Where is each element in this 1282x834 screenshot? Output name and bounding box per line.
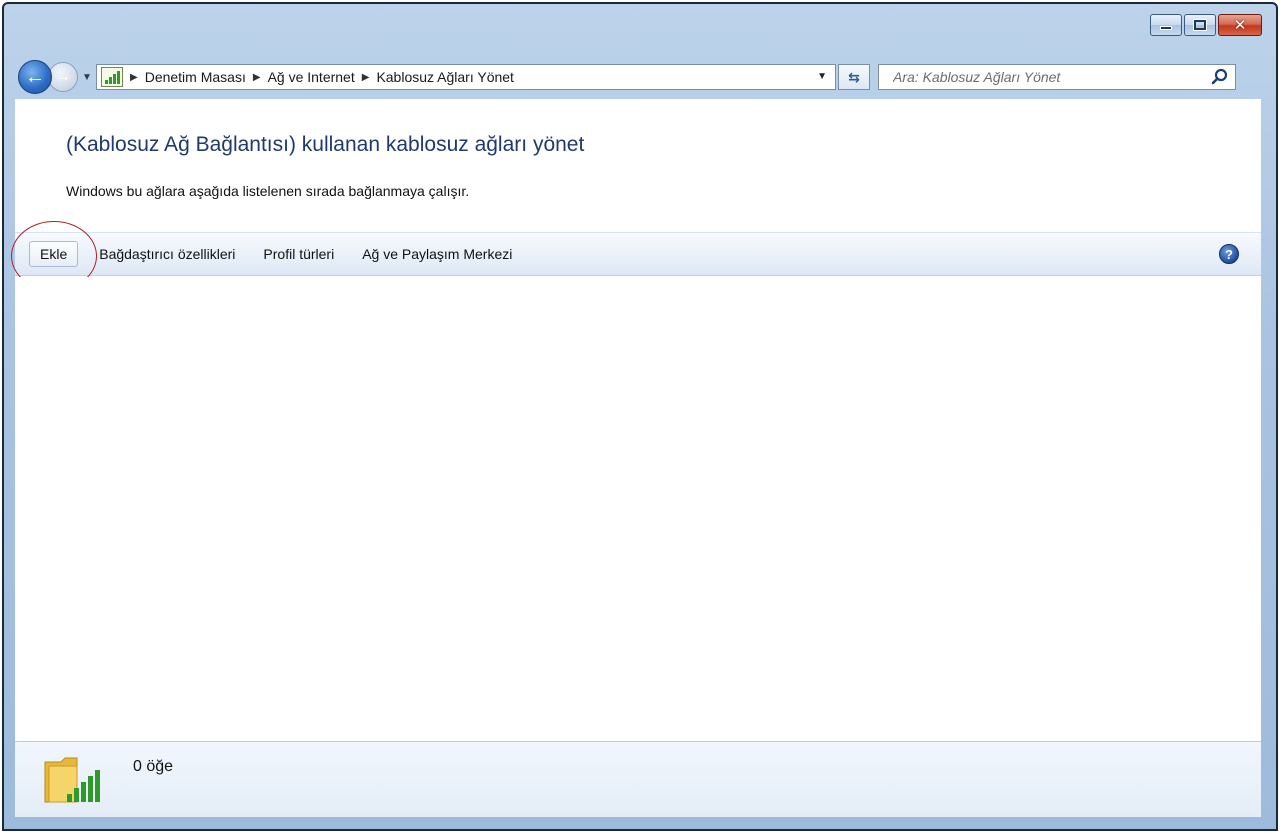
details-pane: 0 öğe <box>15 741 1261 817</box>
refresh-icon: ⇆ <box>848 68 860 85</box>
network-signal-icon <box>101 67 123 87</box>
breadcrumb-manage-wireless[interactable]: Kablosuz Ağları Yönet <box>376 69 514 85</box>
network-sharing-center-button[interactable]: Ağ ve Paylaşım Merkezi <box>355 241 519 267</box>
maximize-button[interactable] <box>1184 14 1216 36</box>
search-box[interactable] <box>878 64 1236 90</box>
network-list[interactable] <box>15 277 1261 741</box>
caption-buttons: ✕ <box>1150 14 1262 36</box>
recent-pages-dropdown[interactable]: ▼ <box>82 72 92 83</box>
item-count: 0 öğe <box>133 758 174 775</box>
command-toolbar: Ekle Bağdaştırıcı özellikleri Profil tür… <box>15 232 1261 276</box>
breadcrumb-network-internet[interactable]: Ağ ve Internet <box>268 69 355 85</box>
refresh-button[interactable]: ⇆ <box>838 64 870 90</box>
close-icon: ✕ <box>1233 16 1247 34</box>
adapter-properties-button[interactable]: Bağdaştırıcı özellikleri <box>92 241 242 267</box>
minimize-button[interactable] <box>1150 14 1182 36</box>
search-icon[interactable] <box>1211 68 1229 86</box>
maximize-icon <box>1193 19 1207 31</box>
page-title: (Kablosuz Ağ Bağlantısı) kullanan kablos… <box>66 133 585 156</box>
close-button[interactable]: ✕ <box>1218 14 1262 36</box>
profile-types-button[interactable]: Profil türleri <box>256 241 341 267</box>
breadcrumb-separator[interactable]: ▶ <box>362 72 370 83</box>
content-pane: (Kablosuz Ağ Bağlantısı) kullanan kablos… <box>11 99 1261 741</box>
add-button[interactable]: Ekle <box>29 241 79 267</box>
page-subtitle: Windows bu ağlara aşağıda listelenen sır… <box>66 183 470 199</box>
back-arrow-icon: ← <box>25 65 45 88</box>
forward-button[interactable]: → <box>48 62 78 92</box>
page-header: (Kablosuz Ağ Bağlantısı) kullanan kablos… <box>15 99 1261 232</box>
forward-arrow-icon: → <box>55 68 71 85</box>
breadcrumb-separator[interactable]: ▶ <box>253 72 261 83</box>
breadcrumb-control-panel[interactable]: Denetim Masası <box>145 69 246 85</box>
navigation-bar: ← → ▼ ▶ Denetim Masası ▶ Ağ ve Internet … <box>18 56 1270 98</box>
breadcrumb-separator[interactable]: ▶ <box>130 72 138 83</box>
address-bar[interactable]: ▶ Denetim Masası ▶ Ağ ve Internet ▶ Kabl… <box>96 64 836 90</box>
help-icon[interactable]: ? <box>1219 244 1239 264</box>
address-dropdown-icon[interactable]: ▼ <box>817 71 827 82</box>
search-input[interactable] <box>893 69 1193 85</box>
back-button[interactable]: ← <box>18 60 52 94</box>
minimize-icon <box>1160 26 1172 30</box>
wireless-networks-folder-icon <box>44 757 100 803</box>
